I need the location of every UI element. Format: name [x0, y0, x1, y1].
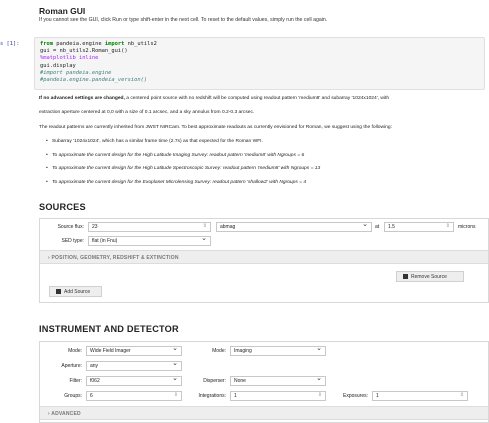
code-line-5: #import pandeia.engine	[40, 69, 112, 76]
sources-heading: SOURCES	[39, 202, 86, 212]
code-line-4: gui.display	[40, 62, 76, 69]
mode-label: Mode:	[68, 348, 82, 354]
aperture-select[interactable]: any	[86, 361, 182, 371]
page-subtitle: If you cannot see the GUI, click Run or …	[39, 17, 328, 23]
code-line-2: gui = nb_utils2.Roman_gui()	[40, 48, 128, 55]
sed-type-select[interactable]: flat (in Fnu)	[88, 236, 211, 246]
cell-prompt: s [1]:	[0, 41, 20, 47]
aperture-label: Aperture:	[61, 363, 82, 369]
position-geometry-accordion[interactable]: › POSITION, GEOMETRY, REDSHIFT & EXTINCT…	[40, 250, 488, 264]
mode2-label: Mode:	[212, 348, 226, 354]
list-item: To approximate the current design for th…	[46, 153, 304, 158]
code-line-6: #pandeia.engine.pandeia_version()	[40, 77, 148, 84]
groups-input[interactable]: 6	[86, 391, 182, 401]
integrations-label: Integrations:	[198, 393, 226, 399]
wavelength-input[interactable]: 1.5	[384, 222, 454, 232]
remove-source-button[interactable]: Remove Source	[396, 271, 464, 282]
code-import-name: nb_utils2	[124, 41, 157, 47]
sources-panel: Source flux: 23 abmag at 1.5 microns SED…	[39, 218, 489, 303]
sed-type-label: SED type:	[61, 238, 84, 244]
code-cell[interactable]: from pandeia.engine import nb_utils2 gui…	[34, 37, 485, 90]
note-paragraph-2: The readout patterns are currently inher…	[39, 125, 392, 130]
source-flux-label: Source flux:	[57, 224, 84, 230]
remove-source-label: Remove Source	[411, 274, 447, 280]
note-paragraph-1: If no advanced settings are changed, a c…	[39, 96, 389, 101]
flux-unit-select[interactable]: abmag	[216, 222, 372, 232]
exposures-input[interactable]: 1	[372, 391, 468, 401]
exposures-label: Exposures:	[342, 393, 368, 399]
remove-icon	[403, 274, 408, 279]
disperser-label: Disperser:	[203, 378, 226, 384]
add-source-button[interactable]: Add Source	[49, 286, 102, 297]
source-flux-input[interactable]: 23	[88, 222, 211, 232]
note-text: a centered point source with no redshift…	[124, 96, 390, 101]
observing-mode-select[interactable]: Imaging	[230, 346, 326, 356]
filter-select[interactable]: f062	[86, 376, 182, 386]
note-paragraph-1b: extraction aperture centered at 0,0 with…	[39, 110, 255, 115]
at-label: at	[375, 224, 380, 230]
list-item: Subarray '1024x1024', which has a simila…	[46, 139, 263, 144]
page-title: Roman GUI	[39, 6, 86, 16]
wavelength-unit-label: microns	[458, 224, 476, 230]
advanced-accordion[interactable]: › ADVANCED	[40, 406, 488, 420]
add-source-label: Add Source	[64, 289, 91, 295]
note-bold: If no advanced settings are changed,	[39, 96, 125, 101]
code-keyword-import: import	[104, 41, 125, 47]
notebook-page: Roman GUI If you cannot see the GUI, cli…	[0, 0, 489, 423]
instrument-mode-select[interactable]: Wide Field Imager	[86, 346, 182, 356]
list-item: To approximate the current design for th…	[46, 166, 320, 171]
code-keyword-from: from	[40, 41, 53, 47]
code-line-3: %matplotlib inline	[40, 55, 99, 62]
list-item: To approximate the current design for th…	[46, 180, 306, 185]
disperser-select[interactable]: None	[230, 376, 326, 386]
instrument-panel: Mode: Wide Field Imager Mode: Imaging Ap…	[39, 341, 489, 423]
filter-label: Filter:	[69, 378, 83, 384]
instrument-heading: INSTRUMENT AND DETECTOR	[39, 324, 179, 334]
add-icon	[56, 289, 61, 294]
code-module: pandeia.engine	[52, 41, 105, 47]
groups-label: Groups:	[64, 393, 82, 399]
integrations-input[interactable]: 1	[230, 391, 326, 401]
